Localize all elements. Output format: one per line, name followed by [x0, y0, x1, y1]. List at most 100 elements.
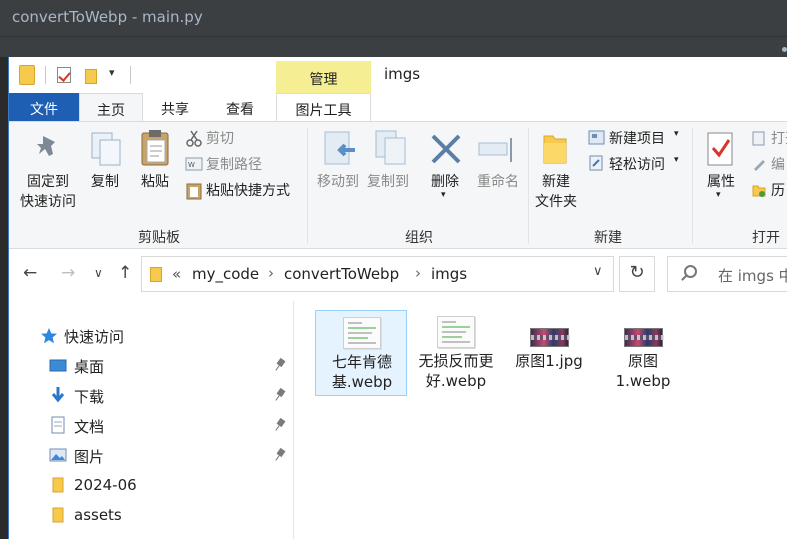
new-folder-icon [543, 135, 567, 164]
tab-file[interactable]: 文件 [9, 93, 79, 121]
properties-quick-icon[interactable] [57, 67, 71, 83]
paste-icon [141, 130, 169, 166]
download-icon [51, 387, 65, 403]
search-icon [684, 265, 697, 278]
ide-editor-gutter [0, 57, 8, 539]
copy-path-icon: W [185, 157, 203, 171]
breadcrumb-chevron-icon[interactable]: › [268, 264, 274, 282]
pin-label-line1: 固定到 [27, 174, 69, 190]
pinned-icon [277, 359, 285, 371]
address-bar[interactable]: « my_code › convertToWebp › imgs ∨ [141, 256, 614, 292]
navigation-pane: 快速访问 桌面 下载 文档 图片 2024-06 assets [9, 301, 294, 539]
history-icon [752, 185, 766, 197]
document-thumbnail [437, 316, 475, 348]
group-divider [307, 128, 308, 244]
rename-label: 重命名 [477, 174, 519, 190]
file-name: 原图 1.webp [615, 352, 671, 390]
new-item-icon [588, 130, 605, 145]
file-item[interactable]: 原图 1.webp [597, 310, 689, 396]
paste-shortcut-icon [186, 183, 202, 200]
pinned-icon [277, 419, 285, 431]
address-dropdown-chevron-icon[interactable]: ∨ [593, 264, 603, 279]
breadcrumb-overflow[interactable]: « [172, 265, 181, 283]
new-item-label: 新建项目 [609, 131, 665, 147]
open-icon [752, 131, 765, 146]
document-thumbnail [343, 317, 381, 349]
move-to-label: 移动到 [317, 174, 359, 190]
pinned-icon [277, 449, 285, 461]
cut-label: 剪切 [206, 131, 234, 147]
properties-dropdown-icon[interactable]: ▾ [716, 190, 721, 200]
window-folder-icon [19, 65, 35, 85]
nav-label: 快速访问 [64, 328, 125, 346]
refresh-icon[interactable]: ↻ [619, 256, 655, 292]
new-folder-label-line1: 新建 [542, 174, 570, 190]
properties-label: 属性 [707, 174, 735, 190]
nav-item-2024-06[interactable]: 2024-06 [9, 471, 293, 501]
document-icon [51, 416, 65, 434]
ide-title: convertToWebp - main.py [12, 8, 203, 26]
title-bar: ▾ 管理 imgs [9, 57, 787, 93]
nav-item-assets[interactable]: assets [9, 501, 293, 531]
breadcrumb-chevron-icon[interactable]: › [415, 264, 421, 282]
manage-contextual-tab[interactable]: 管理 [276, 61, 371, 93]
easy-access-icon [589, 155, 603, 171]
new-item-dropdown-icon[interactable]: ▾ [674, 129, 679, 139]
clipboard-group-label: 剪贴板 [138, 230, 180, 246]
nav-label: 图片 [74, 448, 105, 466]
nav-item-quick-access[interactable]: 快速访问 [9, 321, 293, 351]
nav-item-documents[interactable]: 文档 [9, 411, 293, 441]
file-item[interactable]: 原图1.jpg [503, 310, 595, 396]
nav-label: assets [74, 506, 122, 524]
ide-indicator-dot [782, 47, 787, 52]
scissors-icon [186, 130, 202, 147]
tab-picture-tools[interactable]: 图片工具 [276, 93, 371, 121]
nav-item-pictures[interactable]: 图片 [9, 441, 293, 471]
folder-icon [52, 477, 64, 493]
image-thumbnail [530, 328, 570, 347]
copy-label: 复制 [91, 174, 119, 190]
tab-view[interactable]: 查看 [207, 93, 273, 121]
recent-locations-chevron-icon[interactable]: ∨ [94, 266, 103, 280]
organize-group-label: 组织 [405, 230, 433, 246]
breadcrumb-convertToWebp[interactable]: convertToWebp [284, 265, 399, 283]
customize-toolbar-dropdown-icon[interactable]: ▾ [109, 66, 115, 79]
up-arrow-icon[interactable]: ↑ [118, 263, 132, 283]
back-arrow-icon[interactable]: ← [23, 263, 37, 283]
pin-icon [37, 136, 55, 156]
svg-text:W: W [188, 161, 195, 169]
breadcrumb-imgs[interactable]: imgs [431, 265, 467, 283]
ribbon: 固定到 快速访问 复制 粘贴 剪切 W 复制路径 粘贴快捷方式 剪贴板 移动到 … [9, 121, 787, 249]
copy-path-label: 复制路径 [206, 157, 262, 173]
search-placeholder: 在 imgs 中 [718, 267, 787, 285]
history-label: 历 [771, 183, 785, 199]
file-item[interactable]: 无损反而更 好.webp [410, 310, 502, 396]
desktop-icon [49, 359, 67, 372]
nav-item-downloads[interactable]: 下载 [9, 381, 293, 411]
navigation-bar: ← → ∨ ↑ « my_code › convertToWebp › imgs… [9, 249, 787, 301]
easy-access-dropdown-icon[interactable]: ▾ [674, 155, 679, 165]
nav-label: 2024-06 [74, 476, 137, 494]
ribbon-tabs: 文件 主页 共享 查看 图片工具 [9, 93, 787, 123]
delete-dropdown-icon[interactable]: ▾ [441, 190, 446, 200]
group-divider [528, 128, 529, 244]
group-divider [692, 128, 693, 244]
properties-icon [707, 132, 733, 166]
paste-label: 粘贴 [141, 174, 169, 190]
folder-icon [52, 507, 64, 523]
file-item[interactable]: 七年肯德 基.webp [315, 310, 407, 396]
new-folder-quick-icon[interactable] [85, 69, 97, 84]
image-thumbnail [624, 328, 664, 347]
nav-item-desktop[interactable]: 桌面 [9, 351, 293, 381]
tab-home[interactable]: 主页 [79, 93, 143, 123]
forward-arrow-icon[interactable]: → [61, 263, 75, 283]
breadcrumb-my-code[interactable]: my_code [192, 265, 259, 283]
edit-label: 编 [771, 157, 785, 173]
edit-icon [754, 160, 765, 171]
pinned-icon [277, 389, 285, 401]
tab-share[interactable]: 共享 [143, 93, 207, 121]
file-name: 七年肯德 基.webp [331, 353, 393, 391]
search-box[interactable]: 在 imgs 中 [667, 256, 787, 292]
copy-icon [91, 132, 121, 166]
toolbar-divider [130, 66, 131, 84]
